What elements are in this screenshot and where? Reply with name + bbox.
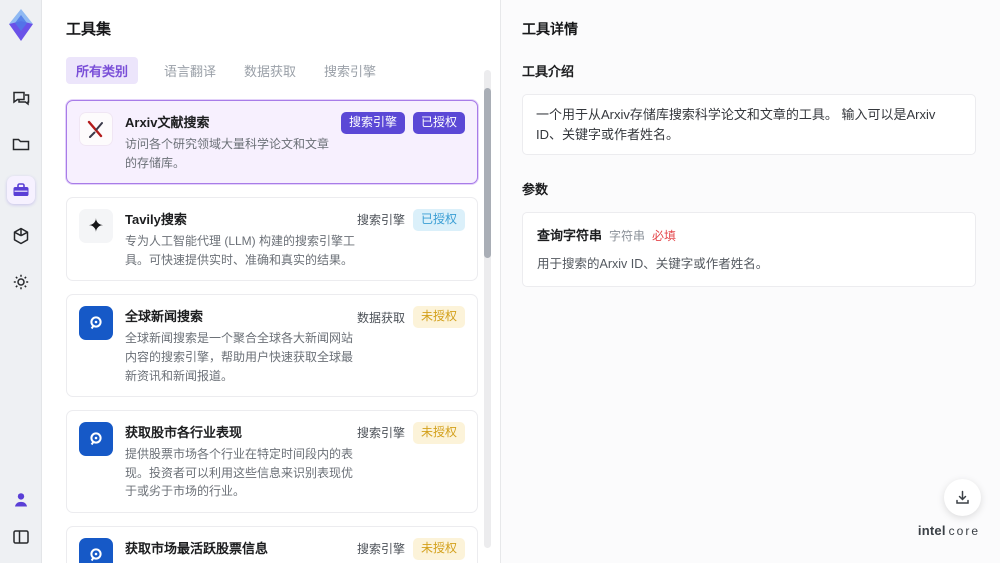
category-tabs: 所有类别 语言翻译 数据获取 搜索引擎 xyxy=(66,57,500,84)
param-type: 字符串 xyxy=(609,229,646,243)
toolset-panel: 工具集 所有类别 语言翻译 数据获取 搜索引擎 Arxiv文献搜索 访问各个研究… xyxy=(42,0,500,563)
brand-intel-text: intel xyxy=(917,523,946,538)
category-label: 搜索引擎 xyxy=(356,426,405,441)
param-card: 查询字符串 字符串 必填 用于搜索的Arxiv ID、关键字或作者姓名。 xyxy=(522,212,976,287)
tool-name: Arxiv文献搜索 xyxy=(125,115,210,130)
toolbox-icon[interactable] xyxy=(6,176,35,204)
brand-core-text: core xyxy=(948,524,980,538)
intel-core-logo: intel core xyxy=(918,523,980,538)
tool-description: 提供股票市场各个行业在特定时间段内的表现。投资者可以利用这些信息来识别表现优于或… xyxy=(125,447,354,499)
tool-body: Arxiv文献搜索 访问各个研究领域大量科学论文和文章的存储库。 xyxy=(125,112,341,172)
tool-meta: 搜索引擎 未授权 xyxy=(356,537,465,560)
scrollbar-thumb[interactable] xyxy=(484,88,491,258)
panel-toggle-icon[interactable] xyxy=(7,523,35,551)
tool-card-global-news[interactable]: 全球新闻搜索 全球新闻搜索是一个聚合全球各大新闻网站内容的搜索引擎，帮助用户快速… xyxy=(66,294,478,398)
stock-active-icon xyxy=(79,537,113,563)
tool-name: 全球新闻搜索 xyxy=(125,309,204,325)
category-badge: 搜索引擎 xyxy=(340,112,405,134)
icon-rail xyxy=(0,0,42,563)
tab-all-categories[interactable]: 所有类别 xyxy=(66,57,139,84)
download-icon xyxy=(956,490,969,504)
auth-status-badge: 已授权 xyxy=(412,112,465,134)
gear-icon[interactable] xyxy=(7,268,35,296)
tab-search-engine[interactable]: 搜索引擎 xyxy=(322,57,378,84)
category-label: 搜索引擎 xyxy=(356,542,405,557)
category-label: 搜索引擎 xyxy=(356,213,405,228)
tool-body: Tavily搜索 专为人工智能代理 (LLM) 构建的搜索引擎工具。可快速提供实… xyxy=(125,209,357,269)
tool-meta: 搜索引擎 已授权 xyxy=(340,112,465,134)
arxiv-icon xyxy=(79,112,113,146)
tool-card-stock-sectors[interactable]: 获取股市各行业表现 提供股票市场各个行业在特定时间段内的表现。投资者可以利用这些… xyxy=(66,410,478,513)
tool-list: Arxiv文献搜索 访问各个研究领域大量科学论文和文章的存储库。 搜索引擎 已授… xyxy=(66,100,478,563)
tool-detail-panel: 工具详情 工具介绍 一个用于从Arxiv存储库搜索科学论文和文章的工具。 输入可… xyxy=(500,0,1000,563)
chat-icon[interactable] xyxy=(7,84,35,112)
tool-description: 全球新闻搜索是一个聚合全球各大新闻网站内容的搜索引擎，帮助用户快速获取全球最新资… xyxy=(125,331,354,383)
tool-body: 获取市场最活跃股票信息 提供当天交易量最高的股票列表，投资者可以利用这些信息来识… xyxy=(125,538,357,563)
param-required-badge: 必填 xyxy=(652,229,677,243)
param-head: 查询字符串 字符串 必填 xyxy=(537,225,961,244)
category-label: 数据获取 xyxy=(356,310,405,325)
user-icon[interactable] xyxy=(7,486,35,514)
tool-card-arxiv[interactable]: Arxiv文献搜索 访问各个研究领域大量科学论文和文章的存储库。 搜索引擎 已授… xyxy=(66,100,478,185)
tool-description: 专为人工智能代理 (LLM) 构建的搜索引擎工具。可快速提供实时、准确和真实的结… xyxy=(125,234,356,267)
rail-bottom xyxy=(7,486,35,551)
app-logo-icon[interactable] xyxy=(6,8,36,42)
tool-card-tavily[interactable]: ✦ Tavily搜索 专为人工智能代理 (LLM) 构建的搜索引擎工具。可快速提… xyxy=(66,197,478,282)
auth-status-badge: 已授权 xyxy=(412,209,465,231)
stock-sector-icon xyxy=(79,422,113,457)
tool-card-active-stocks[interactable]: 获取市场最活跃股票信息 提供当天交易量最高的股票列表，投资者可以利用这些信息来识… xyxy=(66,525,478,563)
tavily-star-icon: ✦ xyxy=(79,209,113,244)
auth-status-badge: 未授权 xyxy=(412,422,465,444)
tool-description: 访问各个研究领域大量科学论文和文章的存储库。 xyxy=(125,137,330,170)
app-window: 工具集 所有类别 语言翻译 数据获取 搜索引擎 Arxiv文献搜索 访问各个研究… xyxy=(0,0,1000,563)
intro-text: 一个用于从Arxiv存储库搜索科学论文和文章的工具。 输入可以是Arxiv ID… xyxy=(522,94,976,155)
tool-name: 获取股市各行业表现 xyxy=(125,425,243,441)
detail-title: 工具详情 xyxy=(522,21,578,37)
param-name: 查询字符串 xyxy=(537,228,603,243)
scrollbar-track[interactable] xyxy=(484,70,491,548)
tool-body: 获取股市各行业表现 提供股票市场各个行业在特定时间段内的表现。投资者可以利用这些… xyxy=(125,422,357,501)
auth-status-badge: 未授权 xyxy=(412,537,465,560)
tool-name: 获取市场最活跃股票信息 xyxy=(125,540,269,556)
cube-icon[interactable] xyxy=(7,222,35,250)
auth-status-badge: 未授权 xyxy=(412,306,465,328)
params-heading: 参数 xyxy=(522,182,549,197)
tool-name: Tavily搜索 xyxy=(125,212,187,228)
tool-meta: 搜索引擎 已授权 xyxy=(357,209,465,231)
tab-data-fetch[interactable]: 数据获取 xyxy=(242,57,298,84)
param-description: 用于搜索的Arxiv ID、关键字或作者姓名。 xyxy=(537,257,769,271)
page-title: 工具集 xyxy=(66,21,112,38)
tool-meta: 搜索引擎 未授权 xyxy=(357,422,465,444)
intro-heading: 工具介绍 xyxy=(522,64,575,79)
download-button[interactable] xyxy=(944,479,981,516)
news-search-icon xyxy=(79,306,113,341)
tool-body: 全球新闻搜索 全球新闻搜索是一个聚合全球各大新闻网站内容的搜索引擎，帮助用户快速… xyxy=(125,306,357,385)
folder-icon[interactable] xyxy=(7,130,35,158)
tab-language-translation[interactable]: 语言翻译 xyxy=(162,57,218,84)
rail-nav xyxy=(6,84,35,296)
tool-meta: 数据获取 未授权 xyxy=(357,306,465,328)
